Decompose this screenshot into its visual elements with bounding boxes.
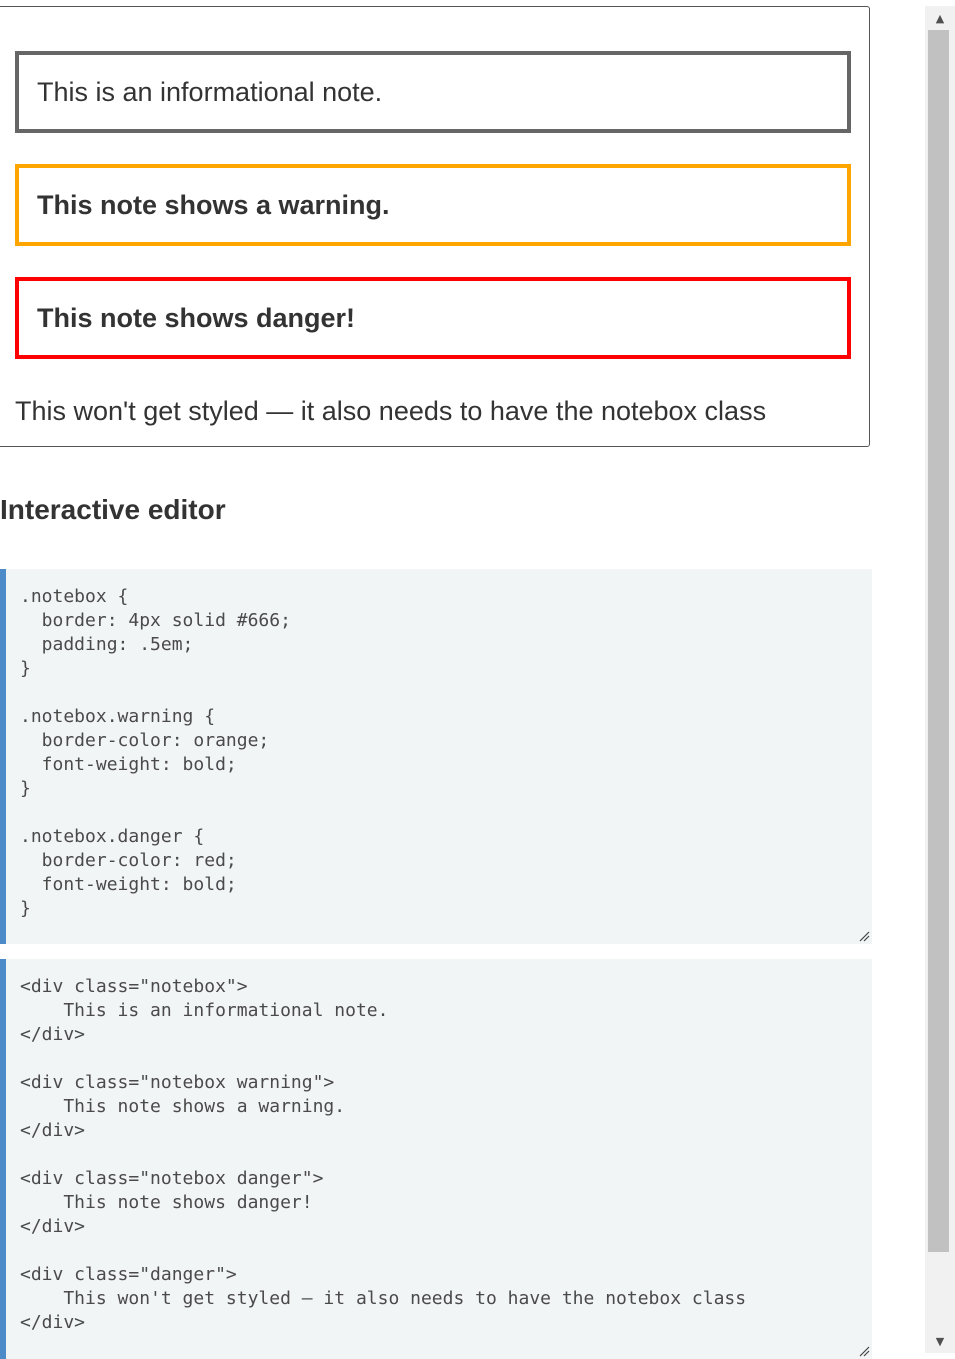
scroll-down-arrow-icon[interactable]: ▼ (925, 1329, 955, 1353)
scroll-up-arrow-icon[interactable]: ▲ (925, 6, 955, 30)
css-editor[interactable]: .notebox { border: 4px solid #666; paddi… (0, 569, 872, 944)
scrollbar-thumb[interactable] (928, 30, 949, 1252)
resize-grip-icon[interactable] (858, 930, 870, 942)
html-code[interactable]: <div class="notebox"> This is an informa… (20, 975, 746, 1335)
info-note: This is an informational note. (15, 51, 851, 133)
html-editor[interactable]: <div class="notebox"> This is an informa… (0, 959, 872, 1359)
danger-note: This note shows danger! (15, 277, 851, 359)
warning-note: This note shows a warning. (15, 164, 851, 246)
vertical-scrollbar[interactable]: ▲ ▼ (925, 6, 955, 1353)
output-preview: This is an informational note. This note… (0, 6, 870, 447)
interactive-editor-heading: Interactive editor (0, 494, 226, 525)
unstyled-text: This won't get styled — it also needs to… (15, 396, 767, 426)
resize-grip-icon[interactable] (858, 1345, 870, 1357)
css-code[interactable]: .notebox { border: 4px solid #666; paddi… (20, 585, 291, 921)
page-viewport: This is an informational note. This note… (0, 0, 925, 1359)
